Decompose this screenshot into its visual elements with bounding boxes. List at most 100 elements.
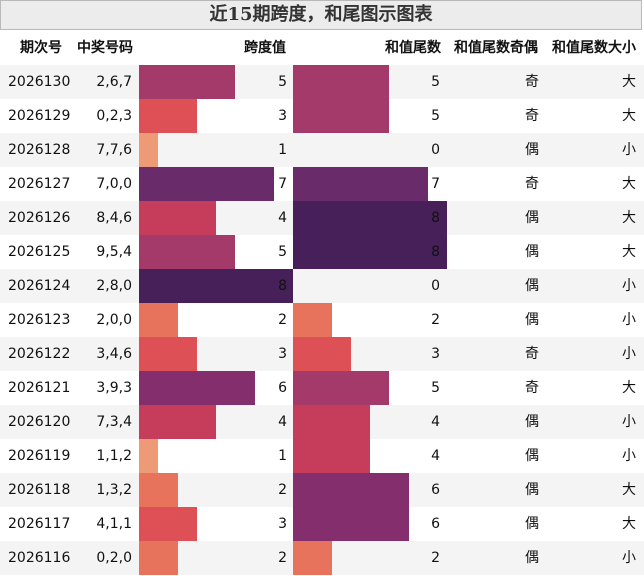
- sum-tail-bar: [293, 371, 390, 405]
- sum-tail-value: 8: [431, 244, 440, 260]
- sum-tail-bar: [293, 303, 332, 337]
- table-row: 2026121 3,9,3 6 5 奇 大: [0, 371, 644, 405]
- period-cell: 2026126: [8, 210, 71, 226]
- span-value: 4: [278, 414, 287, 430]
- header-sum-tail: 和值尾数: [385, 40, 441, 56]
- parity-cell: 偶: [525, 142, 539, 158]
- sum-tail-bar: [293, 541, 332, 575]
- size-cell: 小: [622, 346, 636, 362]
- table-row: 2026123 2,0,0 2 2 偶 小: [0, 303, 644, 337]
- header-numbers: 中奖号码: [77, 40, 133, 56]
- table-row: 2026122 3,4,6 3 3 奇 小: [0, 337, 644, 371]
- numbers-cell: 3,4,6: [96, 346, 132, 362]
- span-bar: [139, 201, 216, 235]
- chart-title: 近15期跨度，和尾图示图表: [0, 0, 642, 30]
- sum-tail-bar: [293, 99, 390, 133]
- numbers-cell: 0,2,3: [96, 108, 132, 124]
- span-value: 8: [278, 278, 287, 294]
- period-cell: 2026128: [8, 142, 71, 158]
- numbers-cell: 9,5,4: [96, 244, 132, 260]
- numbers-cell: 7,7,6: [96, 142, 132, 158]
- chart-root: 近15期跨度，和尾图示图表 期次号 中奖号码 跨度值 和值尾数 和值尾数奇偶 和…: [0, 0, 644, 576]
- numbers-cell: 2,0,0: [96, 312, 132, 328]
- parity-cell: 奇: [525, 380, 539, 396]
- period-cell: 2026129: [8, 108, 71, 124]
- size-cell: 大: [622, 516, 636, 532]
- header-period: 期次号: [20, 40, 62, 56]
- table-row: 2026120 7,3,4 4 4 偶 小: [0, 405, 644, 439]
- table-row: 2026124 2,8,0 8 0 偶 小: [0, 269, 644, 303]
- span-value: 5: [278, 244, 287, 260]
- span-bar: [139, 99, 197, 133]
- period-cell: 2026127: [8, 176, 71, 192]
- period-cell: 2026123: [8, 312, 71, 328]
- parity-cell: 偶: [525, 278, 539, 294]
- period-cell: 2026121: [8, 380, 71, 396]
- table-row: 2026119 1,1,2 1 4 偶 小: [0, 439, 644, 473]
- numbers-cell: 2,6,7: [96, 74, 132, 90]
- span-bar: [139, 65, 236, 99]
- span-value: 1: [278, 448, 287, 464]
- sum-tail-value: 2: [431, 312, 440, 328]
- span-bar: [139, 133, 159, 167]
- period-cell: 2026118: [8, 482, 71, 498]
- numbers-cell: 3,9,3: [96, 380, 132, 396]
- span-bar: [139, 473, 178, 507]
- numbers-cell: 0,2,0: [96, 550, 132, 566]
- period-cell: 2026125: [8, 244, 71, 260]
- period-cell: 2026117: [8, 516, 71, 532]
- period-cell: 2026130: [8, 74, 71, 90]
- sum-tail-bar: [293, 473, 409, 507]
- span-value: 3: [278, 108, 287, 124]
- span-value: 2: [278, 482, 287, 498]
- sum-tail-bar: [293, 405, 370, 439]
- table-row: 2026127 7,0,0 7 7 奇 大: [0, 167, 644, 201]
- sum-tail-bar: [293, 337, 351, 371]
- size-cell: 小: [622, 414, 636, 430]
- parity-cell: 偶: [525, 482, 539, 498]
- table-row: 2026117 4,1,1 3 6 偶 大: [0, 507, 644, 541]
- sum-tail-value: 8: [431, 210, 440, 226]
- span-value: 3: [278, 516, 287, 532]
- table-row: 2026116 0,2,0 2 2 偶 小: [0, 541, 644, 575]
- sum-tail-value: 4: [431, 414, 440, 430]
- period-cell: 2026116: [8, 550, 71, 566]
- size-cell: 小: [622, 278, 636, 294]
- period-cell: 2026124: [8, 278, 71, 294]
- sum-tail-value: 3: [431, 346, 440, 362]
- sum-tail-value: 7: [431, 176, 440, 192]
- sum-tail-value: 2: [431, 550, 440, 566]
- header-size: 和值尾数大小: [552, 40, 636, 56]
- parity-cell: 偶: [525, 448, 539, 464]
- size-cell: 小: [622, 142, 636, 158]
- span-value: 3: [278, 346, 287, 362]
- span-value: 5: [278, 74, 287, 90]
- size-cell: 大: [622, 210, 636, 226]
- span-bar: [139, 371, 255, 405]
- header-span: 跨度值: [244, 40, 286, 56]
- numbers-cell: 8,4,6: [96, 210, 132, 226]
- sum-tail-bar: [293, 65, 390, 99]
- numbers-cell: 4,1,1: [96, 516, 132, 532]
- span-value: 7: [278, 176, 287, 192]
- span-bar: [139, 439, 159, 473]
- size-cell: 大: [622, 108, 636, 124]
- parity-cell: 偶: [525, 312, 539, 328]
- size-cell: 大: [622, 380, 636, 396]
- numbers-cell: 1,1,2: [96, 448, 132, 464]
- period-cell: 2026120: [8, 414, 71, 430]
- span-bar: [139, 303, 178, 337]
- numbers-cell: 2,8,0: [96, 278, 132, 294]
- size-cell: 大: [622, 176, 636, 192]
- parity-cell: 偶: [525, 244, 539, 260]
- sum-tail-value: 5: [431, 380, 440, 396]
- numbers-cell: 7,3,4: [96, 414, 132, 430]
- size-cell: 大: [622, 244, 636, 260]
- numbers-cell: 7,0,0: [96, 176, 132, 192]
- sum-tail-value: 5: [431, 108, 440, 124]
- span-value: 4: [278, 210, 287, 226]
- table-row: 2026118 1,3,2 2 6 偶 大: [0, 473, 644, 507]
- sum-tail-value: 6: [431, 482, 440, 498]
- parity-cell: 偶: [525, 516, 539, 532]
- table-row: 2026129 0,2,3 3 5 奇 大: [0, 99, 644, 133]
